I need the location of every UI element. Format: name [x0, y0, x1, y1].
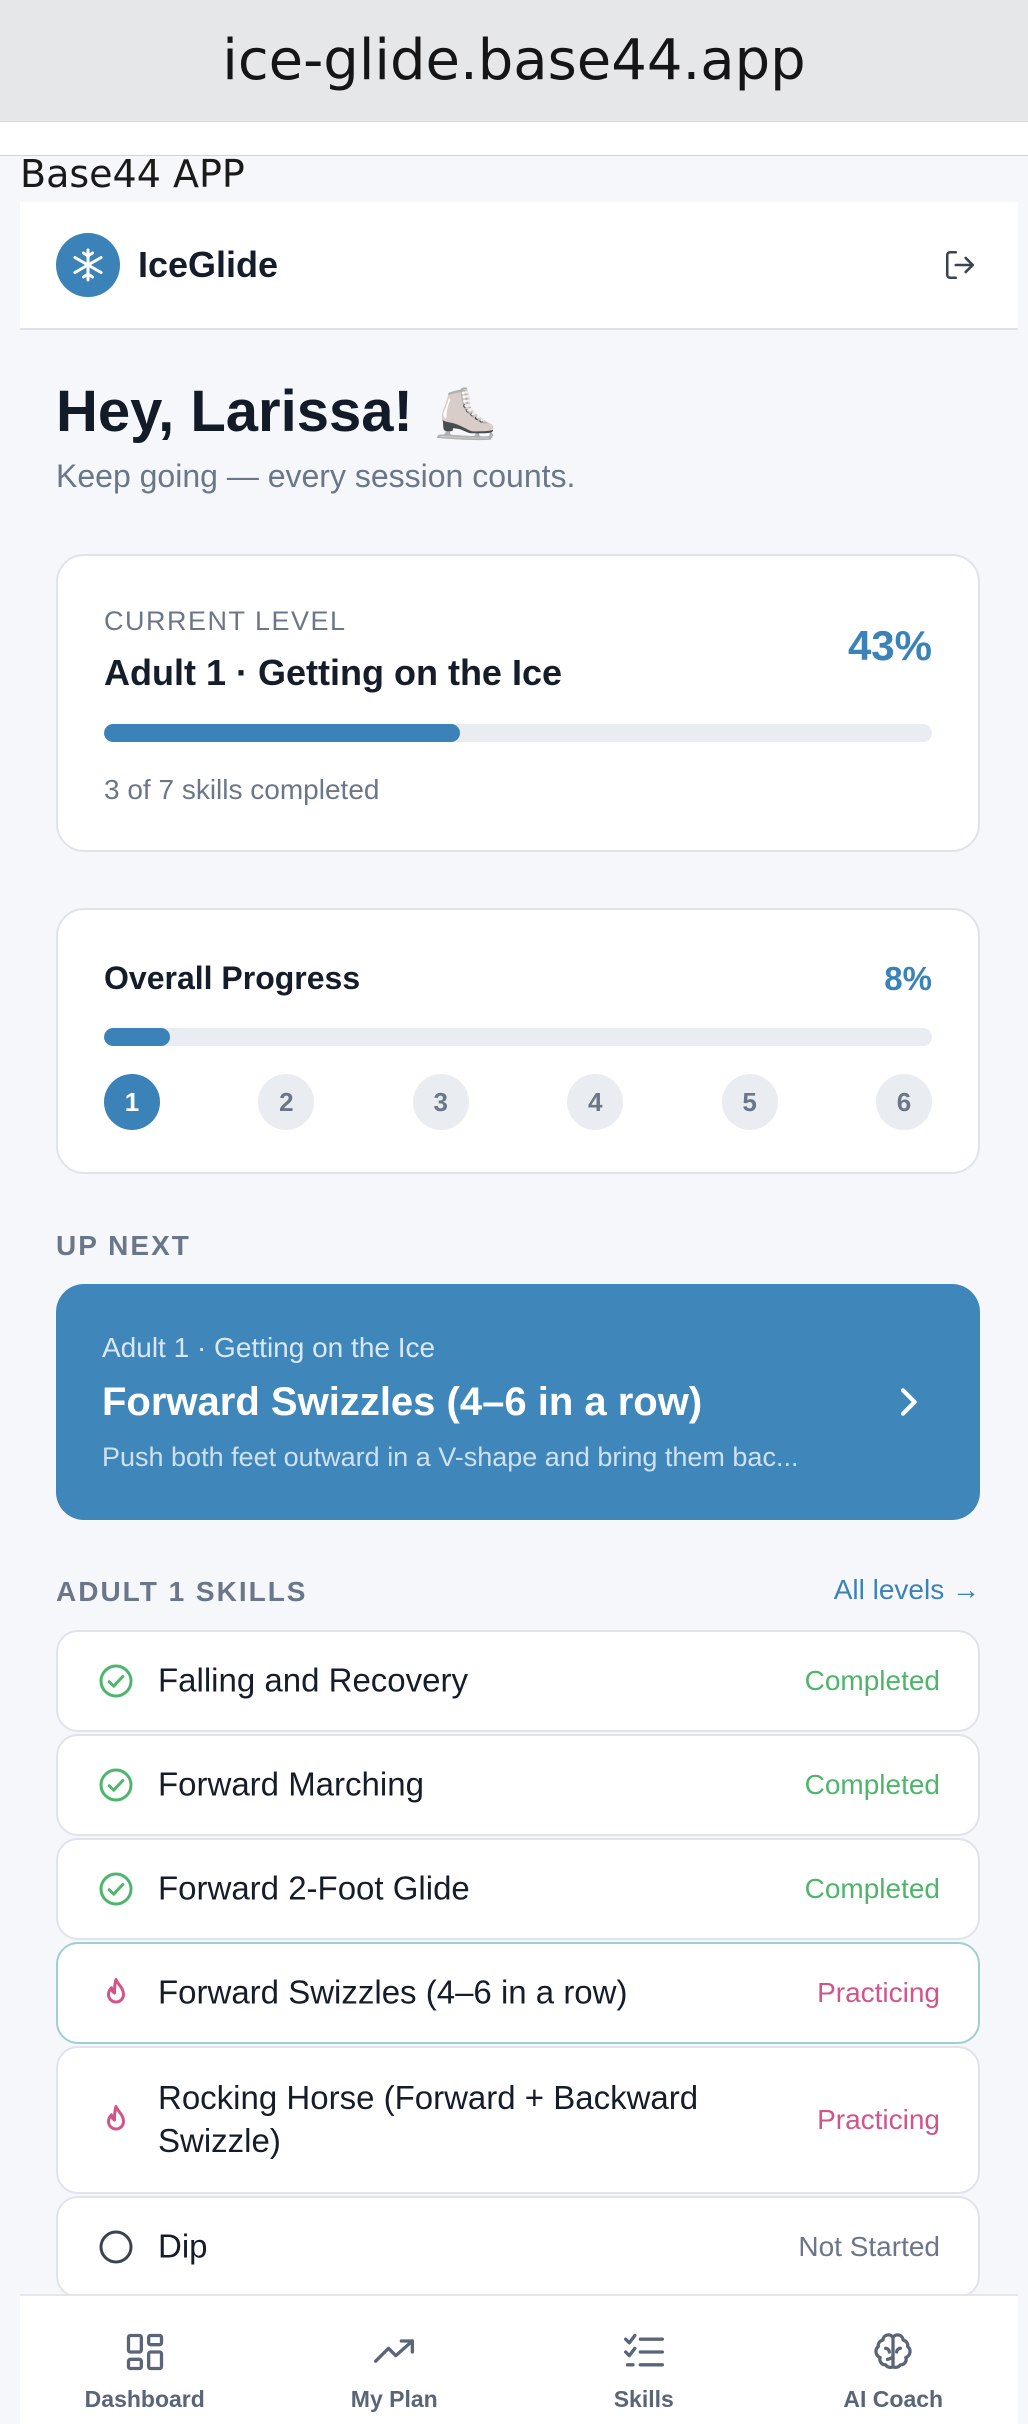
check-circle-icon — [99, 1768, 133, 1802]
level-progress-fill — [104, 724, 461, 742]
browser-divider — [0, 122, 1028, 156]
skills-completed-text: 3 of 7 skills completed — [104, 774, 380, 805]
skills-section-label: ADULT 1 SKILLS — [56, 1576, 308, 1607]
greeting-subtitle: Keep going — every session counts. — [56, 458, 576, 494]
up-next-skill: Forward Swizzles (4–6 in a row) — [102, 1380, 703, 1424]
skill-name: Dip — [158, 2227, 208, 2265]
brand-name: IceGlide — [138, 244, 279, 285]
level-step[interactable]: 6 — [875, 1074, 932, 1130]
level-step[interactable]: 3 — [412, 1074, 469, 1130]
overall-progress-title: Overall Progress — [104, 960, 361, 996]
skill-row[interactable]: Forward 2-Foot Glide Completed — [56, 1838, 980, 1940]
up-next-card[interactable]: Adult 1 · Getting on the Ice Forward Swi… — [56, 1284, 980, 1520]
overall-progress-percent: 8% — [884, 960, 932, 997]
brain-icon — [874, 2333, 912, 2369]
grid-icon — [126, 2333, 163, 2371]
nav-ai-coach[interactable]: AI Coach — [769, 2296, 1019, 2424]
level-step[interactable]: 1 — [104, 1074, 160, 1130]
level-progress-bar — [104, 724, 932, 742]
skill-name: Falling and Recovery — [158, 1661, 468, 1699]
overall-progress-bar — [104, 1028, 932, 1046]
skill-status: Not Started — [798, 2231, 940, 2262]
skill-name: Forward Marching — [158, 1765, 424, 1803]
nav-label: Skills — [613, 2386, 674, 2412]
check-circle-icon — [99, 1872, 133, 1906]
trending-up-icon — [374, 2339, 415, 2363]
flame-icon — [107, 2105, 125, 2131]
greeting-text: Hey, Larissa! — [56, 379, 413, 444]
up-next-label: UP NEXT — [56, 1230, 191, 1261]
skill-status: Practicing — [817, 2104, 940, 2135]
browser-address-bar[interactable]: ice-glide.base44.app — [0, 0, 1028, 122]
level-step[interactable]: 2 — [258, 1074, 315, 1130]
nav-skills[interactable]: Skills — [519, 2296, 769, 2424]
current-level-percent: 43% — [847, 622, 932, 669]
level-step[interactable]: 4 — [567, 1074, 624, 1130]
skill-status: Completed — [804, 1873, 940, 1904]
checklist-icon — [623, 2333, 664, 2367]
skill-row-current[interactable]: Forward Swizzles (4–6 in a row) Practici… — [56, 1942, 980, 2044]
skill-row[interactable]: Falling and Recovery Completed — [56, 1630, 980, 1732]
check-circle-icon — [99, 1664, 133, 1698]
skill-name: Rocking Horse (Forward + Backward Swizzl… — [158, 2079, 699, 2159]
ice-skate-icon: ⛸️ — [434, 386, 498, 442]
all-levels-link[interactable]: All levels → — [834, 1574, 980, 1606]
current-level-label: CURRENT LEVEL — [104, 606, 347, 636]
nav-label: AI Coach — [843, 2386, 944, 2412]
skill-row[interactable]: Rocking Horse (Forward + Backward Swizzl… — [56, 2046, 980, 2194]
app-screen: ice-glide.base44.app Base44 APP IceGlide… — [0, 0, 1028, 2424]
flame-icon — [107, 1978, 125, 2004]
skill-row[interactable]: Dip Not Started — [56, 2196, 980, 2298]
nav-label: Dashboard — [84, 2386, 205, 2412]
nav-dashboard[interactable]: Dashboard — [20, 2296, 270, 2424]
current-level-card: CURRENT LEVEL Adult 1 · Getting on the I… — [56, 554, 980, 852]
app-label: Base44 APP — [20, 152, 245, 196]
up-next-level: Adult 1 · Getting on the Ice — [102, 1332, 436, 1363]
skill-name: Forward 2-Foot Glide — [158, 1869, 470, 1907]
skill-name: Forward Swizzles (4–6 in a row) — [158, 1973, 628, 2011]
snowflake-icon — [56, 233, 120, 297]
app-header: IceGlide — [20, 202, 1018, 330]
skill-status: Completed — [804, 1769, 940, 1800]
url-text: ice-glide.base44.app — [222, 28, 806, 93]
empty-circle-icon — [99, 2230, 133, 2264]
overall-progress-fill — [104, 1028, 171, 1046]
nav-my-plan[interactable]: My Plan — [270, 2296, 520, 2424]
nav-label: My Plan — [350, 2386, 438, 2412]
up-next-description: Push both feet outward in a V-shape and … — [102, 1442, 799, 1472]
level-step[interactable]: 5 — [721, 1074, 778, 1130]
skill-row[interactable]: Forward Marching Completed — [56, 1734, 980, 1836]
logout-button[interactable] — [938, 243, 982, 287]
logout-icon — [945, 250, 975, 280]
overall-progress-card: Overall Progress 8% 1 2 3 4 5 6 — [56, 908, 980, 1174]
level-steps: 1 2 3 4 5 6 — [104, 1074, 932, 1130]
chevron-right-icon — [900, 1388, 917, 1416]
skill-status: Completed — [804, 1665, 940, 1696]
current-level-name: Adult 1 · Getting on the Ice — [104, 652, 562, 693]
bottom-navigation: Dashboard My Plan Skills AI Coach — [20, 2294, 1018, 2424]
skill-status: Practicing — [817, 1977, 940, 2008]
greeting-title: Hey, Larissa! ⛸️ — [56, 378, 497, 445]
